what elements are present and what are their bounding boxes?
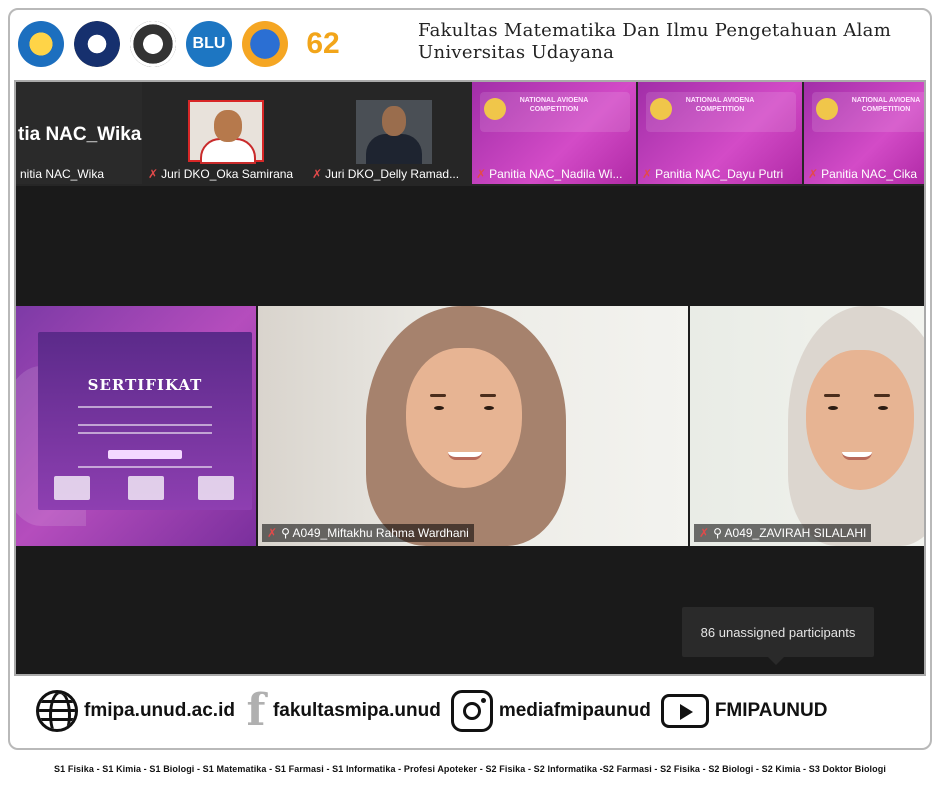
participant-name-label: ✗ ⚲ A049_Miftakhu Rahma Wardhani <box>262 524 474 542</box>
certificate-text-line <box>78 466 212 468</box>
anniversary-logo-text: 62 <box>306 27 340 60</box>
muted-mic-icon: ✗ <box>642 167 653 181</box>
signature-icon <box>198 476 234 500</box>
youtube-icon <box>660 694 709 728</box>
universitas-udayana-logo <box>74 21 120 67</box>
blu-logo: BLU <box>186 21 232 67</box>
participant-name: Juri DKO_Delly Ramad... <box>325 167 460 181</box>
participant-name-label: ✗ Juri DKO_Oka Samirana <box>148 167 293 181</box>
meeting-screen: tia NAC_Wika nitia NAC_Wika ✗ Juri DKO_Ok… <box>14 80 926 676</box>
participant-tile[interactable]: NATIONAL AVIOENA COMPETITION ✗ Panitia NA… <box>472 82 636 184</box>
participant-tile[interactable]: ✗ Juri DKO_Delly Ramad... <box>308 82 470 184</box>
participant-name: A049_ZAVIRAH SILALAHI <box>724 526 867 540</box>
participant-name: Juri DKO_Oka Samirana <box>161 167 294 181</box>
nac-badge-icon <box>816 98 838 120</box>
muted-mic-icon: ✗ <box>148 167 159 181</box>
anniversary-62-logo: 62 <box>298 21 348 67</box>
shared-certificate-tile[interactable]: SERTIFIKAT <box>16 306 256 546</box>
participant-video <box>356 100 432 164</box>
nac-banner: NATIONAL AVIOENA COMPETITION <box>646 92 796 132</box>
faculty-name: Fakultas Matematika Dan Ilmu Pengetahuan… <box>418 20 892 41</box>
brow <box>874 394 890 397</box>
eye <box>878 406 888 410</box>
brow <box>824 394 840 397</box>
brow <box>480 394 496 397</box>
nac-banner: NATIONAL AVIOENA COMPETITION <box>480 92 630 132</box>
certificate-text-line <box>78 432 212 434</box>
unassigned-participants-tooltip[interactable]: 86 unassigned participants <box>682 607 874 665</box>
youtube-link[interactable]: FMIPAUNUD <box>660 694 828 728</box>
youtube-text: FMIPAUNUD <box>714 700 828 721</box>
blu-logo-text: BLU <box>192 35 226 52</box>
participant-name: nitia NAC_Wika <box>20 167 105 181</box>
participant-tile[interactable]: ✗ Juri DKO_Oka Samirana <box>144 82 306 184</box>
faculty-title: Fakultas Matematika Dan Ilmu Pengetahuan… <box>418 20 891 64</box>
diktisaintek-berdampak-logo <box>242 21 288 67</box>
participant-tile[interactable]: NATIONAL AVIOENA COMPETITION ✗ Panitia NA… <box>638 82 802 184</box>
globe-icon <box>36 690 78 732</box>
muted-mic-icon: ✗ <box>699 526 710 540</box>
certificate-award-label <box>108 450 182 459</box>
nac-badge-icon <box>650 98 672 120</box>
participant-display-name: tia NAC_Wika <box>18 124 142 145</box>
raise-hand-icon: ⚲ <box>713 526 722 540</box>
participant-name: A049_Miftakhu Rahma Wardhani <box>292 526 469 540</box>
instagram-text: mediafmipaunud <box>498 700 651 721</box>
participant-name-label: ✗ ⚲ A049_ZAVIRAH SILALAHI <box>694 524 872 542</box>
participant-tile[interactable]: NATIONAL AVIOENA COMPETITION ✗ Panitia NA… <box>804 82 924 184</box>
instagram-icon <box>450 690 493 732</box>
participant-name-label: ✗ Panitia NAC_Nadila Wi... <box>476 167 622 181</box>
nac-banner: NATIONAL AVIOENA COMPETITION <box>812 92 924 132</box>
participant-face <box>806 350 914 490</box>
participant-name-label: ✗ Panitia NAC_Cika <box>808 167 917 181</box>
nac-badge-icon <box>484 98 506 120</box>
study-programs-list: S1 Fisika - S1 Kimia - S1 Biologi - S1 M… <box>54 764 886 774</box>
eye <box>484 406 494 410</box>
website-text: fmipa.unud.ac.id <box>84 700 235 721</box>
participant-name: Panitia NAC_Dayu Putri <box>655 167 784 181</box>
facebook-icon: f <box>246 685 266 736</box>
participant-name: Panitia NAC_Nadila Wi... <box>489 167 623 181</box>
participant-name: Panitia NAC_Cika <box>821 167 918 181</box>
participant-video-tile[interactable]: ✗ ⚲ A049_ZAVIRAH SILALAHI <box>690 306 924 546</box>
tut-wuri-handayani-logo <box>18 21 64 67</box>
participant-name-label: ✗ Juri DKO_Delly Ramad... <box>312 167 459 181</box>
raise-hand-icon: ⚲ <box>281 526 290 540</box>
signature-icon <box>54 476 90 500</box>
participant-video-tile[interactable]: ✗ ⚲ A049_Miftakhu Rahma Wardhani <box>258 306 688 546</box>
smile <box>448 452 482 460</box>
eye <box>828 406 838 410</box>
fmipa-logo <box>130 21 176 67</box>
muted-mic-icon: ✗ <box>808 167 819 181</box>
banner-text: NATIONAL AVIOENA COMPETITION <box>519 97 589 113</box>
facebook-link[interactable]: f fakultasmipa.unud <box>245 685 441 736</box>
instagram-link[interactable]: mediafmipaunud <box>450 690 651 732</box>
smile <box>842 452 872 460</box>
muted-mic-icon: ✗ <box>476 167 487 181</box>
signature-icon <box>128 476 164 500</box>
banner-text: NATIONAL AVIOENA COMPETITION <box>685 97 755 113</box>
social-links: fmipa.unud.ac.id f fakultasmipa.unud med… <box>36 688 916 734</box>
eye <box>434 406 444 410</box>
banner-text: NATIONAL AVIOENA COMPETITION <box>851 97 921 113</box>
participant-tile[interactable]: tia NAC_Wika nitia NAC_Wika <box>16 82 142 184</box>
certificate-text-line <box>78 406 212 408</box>
website-link[interactable]: fmipa.unud.ac.id <box>36 690 235 732</box>
brow <box>430 394 446 397</box>
participant-strip: tia NAC_Wika nitia NAC_Wika ✗ Juri DKO_Ok… <box>16 82 924 186</box>
participant-video <box>188 100 264 164</box>
university-name: Universitas Udayana <box>418 42 615 63</box>
certificate-text-line <box>78 424 212 426</box>
certificate-preview: SERTIFIKAT <box>38 332 252 510</box>
participant-face <box>406 348 522 488</box>
facebook-text: fakultasmipa.unud <box>272 700 441 721</box>
participant-name-label: ✗ Panitia NAC_Dayu Putri <box>642 167 783 181</box>
gallery-view: SERTIFIKAT ✗ ⚲ A049_Miftakhu Rahma Wardha… <box>16 306 924 546</box>
muted-mic-icon: ✗ <box>267 526 278 540</box>
header-logos: BLU 62 <box>18 18 348 70</box>
muted-mic-icon: ✗ <box>312 167 323 181</box>
certificate-title: SERTIFIKAT <box>87 376 203 394</box>
